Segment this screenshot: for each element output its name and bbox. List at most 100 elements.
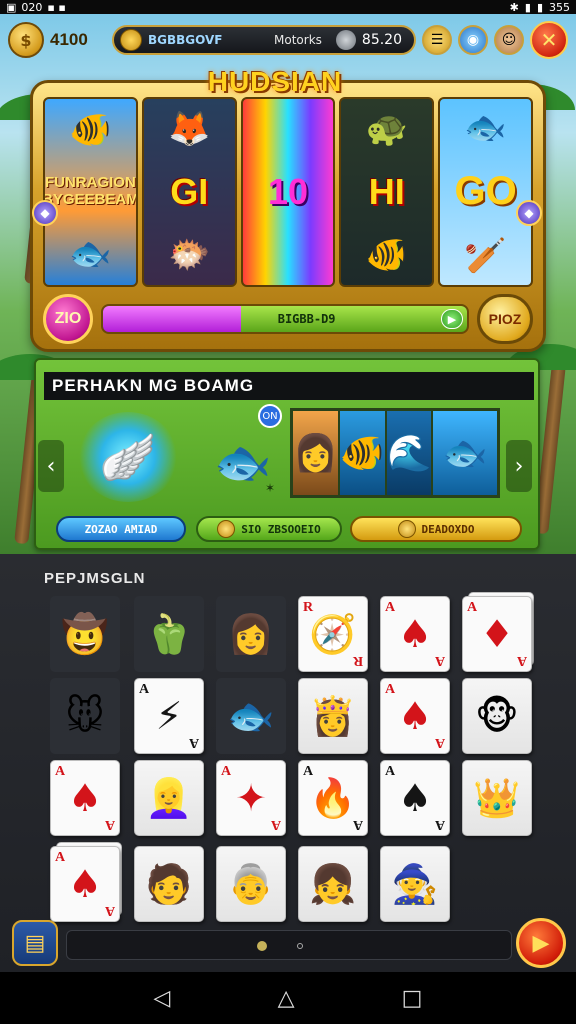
character-card[interactable]: 👸 — [298, 678, 368, 754]
notification-icon: ▪ ▪ — [47, 0, 66, 14]
item-tile[interactable]: 🤠 — [50, 596, 120, 672]
back-icon[interactable]: ◁ — [154, 986, 171, 1011]
panel-button-1[interactable]: ZOZAO AMIAD — [56, 516, 186, 542]
character-card[interactable]: 👧 — [298, 846, 368, 922]
panel-button-3[interactable]: DEADOXDO — [350, 516, 522, 542]
bet-bubble-button[interactable]: ZIO — [43, 294, 93, 344]
fish-icon: 🐠 — [339, 411, 387, 495]
fish-icon: 🐟 — [433, 411, 497, 495]
panel-button-2-label: SIO ZBSOOEIO — [241, 522, 321, 536]
ticker-bar[interactable]: BGBBGOVF Motorks 85.20 — [112, 25, 416, 55]
portrait-icon: 👑 — [473, 775, 521, 820]
reel[interactable]: 10 — [240, 97, 336, 287]
character-card[interactable]: 👵 — [216, 846, 286, 922]
card-rank: A — [270, 817, 281, 832]
portrait-icon: 👵 — [227, 861, 275, 906]
item-tile[interactable]: 🐟 — [216, 678, 286, 754]
item-tile[interactable]: 🐭 — [50, 678, 120, 754]
card-rank: R — [352, 653, 363, 668]
panel-button-2[interactable]: SIO ZBSOOEIO — [196, 516, 342, 542]
card-rank: A — [221, 764, 232, 779]
play-button[interactable]: ▶ — [516, 918, 566, 968]
card-rank: A — [104, 817, 115, 832]
reel[interactable]: 🐢 HI 🐠 — [339, 97, 435, 287]
right-gem-icon[interactable]: ◆ — [516, 200, 542, 226]
progress-fill — [103, 306, 242, 332]
panel-header: PERHAKN MG BOAMG — [44, 372, 534, 400]
card-rank: A — [385, 764, 396, 779]
card-rank: A — [188, 735, 199, 750]
card-rank: A — [55, 764, 66, 779]
fish-symbol-icon: 🐡 — [168, 235, 211, 276]
character-card[interactable]: 🧑 — [134, 846, 204, 922]
character-card[interactable]: 🐵 — [462, 678, 532, 754]
item-tile[interactable]: 🫑 — [134, 596, 204, 672]
scroll-track[interactable] — [66, 930, 512, 960]
character-card[interactable]: 🧙 — [380, 846, 450, 922]
card-rank: R — [303, 600, 314, 615]
playing-card[interactable]: A 🔥 A — [298, 760, 368, 836]
reel-caption: GI — [170, 170, 209, 212]
menu-icon[interactable]: ☰ — [422, 25, 452, 55]
play-bubble-button[interactable]: PIOZ — [477, 294, 533, 344]
character-strip[interactable]: 👩 🐠 🌊 🐟 — [290, 408, 500, 498]
reel-caption: GO — [454, 169, 517, 214]
reel[interactable]: 🦊 GI 🐡 — [141, 97, 237, 287]
coin-icon[interactable]: $ — [8, 22, 44, 58]
status-bar: ▣ 020 ▪ ▪ ✱ ▮ ▮ 355 — [0, 0, 576, 14]
ticker-coin-icon — [120, 29, 142, 51]
fish-symbol-icon: 🐠 — [365, 235, 408, 276]
home-icon[interactable]: △ — [278, 986, 295, 1011]
playing-card[interactable]: A ⚡ A — [134, 678, 204, 754]
playing-card[interactable]: R 🧭 R — [298, 596, 368, 672]
collection-region: PEPJMSGLN 🤠 🫑 👩 R 🧭 R A ♠ A A ♦ A 🐭 A ⚡ A 🐟 👸 A ♠ A 🐵 A ♠ A 👱‍♀️ A… — [0, 554, 576, 972]
playing-card[interactable]: A ♠ A — [380, 760, 450, 836]
item-icon: 🤠 — [61, 611, 109, 656]
coin-icon — [217, 520, 236, 538]
card-suit-icon: ♠ — [397, 612, 433, 656]
playing-card[interactable]: A ♦ A — [462, 596, 532, 672]
card-suit-icon: ♠ — [67, 862, 103, 906]
item-tile[interactable]: 👩 — [216, 596, 286, 672]
card-rank: A — [139, 682, 150, 697]
card-rank: A — [352, 817, 363, 832]
card-rank: A — [434, 653, 445, 668]
playing-card[interactable]: A ♠ A — [50, 846, 120, 922]
card-rank: A — [104, 903, 115, 918]
portrait-icon: 👱‍♀️ — [145, 775, 193, 820]
character-card[interactable]: 👑 — [462, 760, 532, 836]
character-card[interactable]: 👱‍♀️ — [134, 760, 204, 836]
reel[interactable]: 🐟 GO 🏏 — [438, 97, 533, 287]
card-suit-icon: ♦ — [479, 612, 515, 656]
bird-icon[interactable]: 🪽 — [78, 412, 178, 502]
fox-symbol-icon: 🦊 — [168, 108, 211, 149]
signal-icon: ▮ — [524, 0, 531, 14]
avatar-icon[interactable]: ☺ — [494, 25, 524, 55]
card-suit-icon: ♠ — [397, 776, 433, 820]
left-gem-icon[interactable]: ◆ — [32, 200, 58, 226]
reel[interactable]: 🐠 FUNRAGION BYGEEBEAM 🐟 — [43, 97, 138, 287]
slot-title: HUDSIAN — [207, 66, 343, 97]
globe-icon[interactable]: ◉ — [458, 25, 488, 55]
status-left-text: 020 — [21, 0, 43, 14]
item-icon: 🫑 — [145, 611, 193, 656]
inventory-button[interactable]: ▤ — [12, 920, 58, 966]
card-suit-icon: 🔥 — [309, 775, 357, 820]
slot-machine: 🐠 FUNRAGION BYGEEBEAM 🐟 🦊 GI 🐡 10 🐢 HI 🐠… — [30, 80, 546, 352]
chevron-left-icon[interactable]: ‹ — [38, 440, 64, 492]
bottom-bar: ▤ ▶ — [0, 918, 576, 970]
chevron-right-icon[interactable]: ▶ — [441, 309, 463, 329]
card-suit-icon: ⚡ — [155, 694, 183, 738]
playing-card[interactable]: A ♠ A — [380, 596, 450, 672]
portrait-icon: 🧙 — [391, 861, 439, 906]
portrait-icon: 👸 — [309, 693, 357, 738]
game-screen: ▣ 020 ▪ ▪ ✱ ▮ ▮ 355 $ 4100 BGBBGOVF Moto… — [0, 0, 576, 1024]
chevron-right-icon[interactable]: › — [506, 440, 532, 492]
playing-card[interactable]: A ♠ A — [380, 678, 450, 754]
close-button[interactable]: ✕ — [530, 21, 568, 59]
bat-symbol-icon: 🏏 — [464, 235, 507, 276]
progress-text: BIGBB-D9 — [277, 312, 336, 326]
recent-apps-icon[interactable]: □ — [402, 986, 423, 1011]
playing-card[interactable]: A ♠ A — [50, 760, 120, 836]
playing-card[interactable]: A ✦ A — [216, 760, 286, 836]
